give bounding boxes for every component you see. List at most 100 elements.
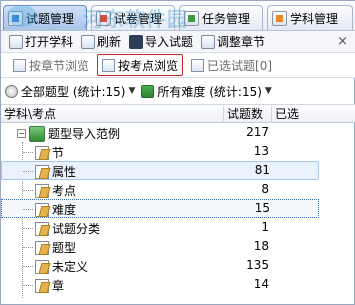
topic-edit-icon <box>35 145 49 160</box>
tree-node: 未定义 <box>35 258 88 275</box>
refresh-button[interactable]: 刷新 <box>77 32 125 52</box>
node-label: 题型导入范例 <box>48 127 121 141</box>
tree-guide-line <box>23 285 33 286</box>
question-type-dropdown[interactable]: 全部题型 (统计:15) ▼ <box>5 83 135 100</box>
tree-node: − 题型导入范例 <box>17 125 120 142</box>
tree-node: 属性 <box>35 163 76 180</box>
node-label: 题型 <box>52 241 77 255</box>
column-header-topic[interactable]: 学科\考点 <box>1 106 223 123</box>
tree-row[interactable]: 试题分类 1 <box>1 218 319 237</box>
question-bank-icon <box>8 10 23 26</box>
subtab-label: 按考点浏览 <box>118 58 179 73</box>
subtab-label: 已选试题[0] <box>207 58 273 73</box>
question-type-label: 全部题型 (统计:15) <box>21 84 126 99</box>
collapse-icon[interactable]: − <box>17 129 26 138</box>
tree-node: 难度 <box>35 201 76 218</box>
refresh-icon <box>81 34 96 49</box>
question-count: 217 <box>246 125 269 139</box>
tree-node: 章 <box>35 277 64 294</box>
open-subject-button[interactable]: 打开学科 <box>1 32 77 52</box>
tab-selected-questions[interactable]: 已选试题[0] <box>187 54 276 76</box>
tree-table-header: 学科\考点 试题数 已选 <box>1 104 355 123</box>
tree-guide-line <box>23 209 33 210</box>
tree-node: 节 <box>35 144 64 161</box>
topic-tree: − 题型导入范例 217 节 13 属性 81 考点 8 难度 15 试题分类 … <box>1 123 355 305</box>
question-count: 14 <box>253 277 269 291</box>
tree-guide-line <box>23 171 33 172</box>
question-count: 81 <box>254 163 270 177</box>
tree-guide-line <box>23 228 33 229</box>
tree-row[interactable]: 题型 18 <box>1 237 319 256</box>
import-questions-button[interactable]: 导入试题 <box>125 32 197 52</box>
tree-guide-line <box>23 247 33 248</box>
folder-icon <box>9 34 23 49</box>
tab-paper-management[interactable]: 试卷管理 <box>91 5 175 30</box>
topic-icon <box>102 58 116 72</box>
node-label: 属性 <box>52 165 77 179</box>
question-count: 18 <box>253 239 269 253</box>
node-label: 章 <box>52 279 65 293</box>
chapter-icon <box>13 58 26 72</box>
tab-label: 任务管理 <box>202 11 251 26</box>
import-icon <box>129 34 144 49</box>
open-subject-label: 打开学科 <box>25 35 74 49</box>
question-count: 13 <box>253 144 269 158</box>
filter-bar: 全部题型 (统计:15) ▼ 所有难度 (统计:15) ▼ <box>1 80 355 102</box>
subtab-label: 按章节浏览 <box>29 58 90 73</box>
selected-list-icon <box>191 58 205 72</box>
refresh-label: 刷新 <box>97 35 122 49</box>
question-count: 1 <box>261 220 269 234</box>
difficulty-dropdown[interactable]: 所有难度 (统计:15) ▼ <box>141 83 272 100</box>
import-label: 导入试题 <box>145 35 194 49</box>
topic-edit-icon <box>35 221 49 236</box>
subject-icon <box>272 10 287 26</box>
tree-guide-line <box>23 152 33 153</box>
topic-edit-icon <box>35 164 49 179</box>
tab-browse-by-topic[interactable]: 按考点浏览 <box>97 54 184 76</box>
column-header-selected[interactable]: 已选 <box>271 106 305 123</box>
difficulty-label: 所有难度 (统计:15) <box>157 84 262 99</box>
tab-label: 试卷管理 <box>114 11 163 26</box>
tree-row-root[interactable]: − 题型导入范例 217 <box>1 123 319 142</box>
topic-edit-icon <box>35 259 49 274</box>
tree-node: 试题分类 <box>35 220 100 237</box>
topic-edit-icon <box>35 278 49 293</box>
tree-guide-line <box>23 266 33 267</box>
node-label: 试题分类 <box>52 222 101 236</box>
adjust-chapters-button[interactable]: 调整章节 <box>197 32 269 52</box>
tab-subject-management[interactable]: 学科管理 <box>267 5 353 30</box>
task-icon <box>184 10 199 26</box>
node-label: 难度 <box>52 203 77 217</box>
question-count: 15 <box>254 201 270 215</box>
tree-row-focused[interactable]: 难度 15 <box>1 199 319 218</box>
tree-row-highlighted[interactable]: 属性 81 <box>1 161 319 180</box>
topic-edit-icon <box>35 183 49 198</box>
flag-icon <box>141 84 155 98</box>
close-icon[interactable]: × <box>337 34 348 49</box>
tree-row[interactable]: 未定义 135 <box>1 256 319 275</box>
question-count: 8 <box>261 182 269 196</box>
tab-label: 试题管理 <box>26 11 75 26</box>
tree-row[interactable]: 节 13 <box>1 142 319 161</box>
tree-node: 题型 <box>35 239 76 256</box>
tab-task-management[interactable]: 任务管理 <box>179 5 263 30</box>
node-label: 节 <box>52 146 65 160</box>
topic-edit-icon <box>35 240 49 255</box>
paper-icon <box>96 10 111 26</box>
module-tab-bar: 试题管理 试卷管理 任务管理 学科管理 <box>1 1 355 31</box>
tree-guide-line <box>23 190 33 191</box>
tree-row[interactable]: 章 14 <box>1 275 319 294</box>
browse-mode-tabs: 按章节浏览 按考点浏览 已选试题[0] <box>1 53 355 78</box>
tree-node: 考点 <box>35 182 76 199</box>
topic-edit-icon <box>35 202 49 217</box>
tab-question-management[interactable]: 试题管理 <box>3 5 87 30</box>
main-toolbar: 打开学科 刷新 导入试题 调整章节 × <box>1 31 355 53</box>
adjust-label: 调整章节 <box>217 35 266 49</box>
column-header-count[interactable]: 试题数 <box>223 106 271 123</box>
chevron-down-icon: ▼ <box>264 86 272 96</box>
tab-browse-by-chapter[interactable]: 按章节浏览 <box>9 54 93 76</box>
subject-book-icon <box>29 125 45 142</box>
node-label: 未定义 <box>52 260 89 274</box>
tree-row[interactable]: 考点 8 <box>1 180 319 199</box>
question-count: 135 <box>246 258 269 272</box>
